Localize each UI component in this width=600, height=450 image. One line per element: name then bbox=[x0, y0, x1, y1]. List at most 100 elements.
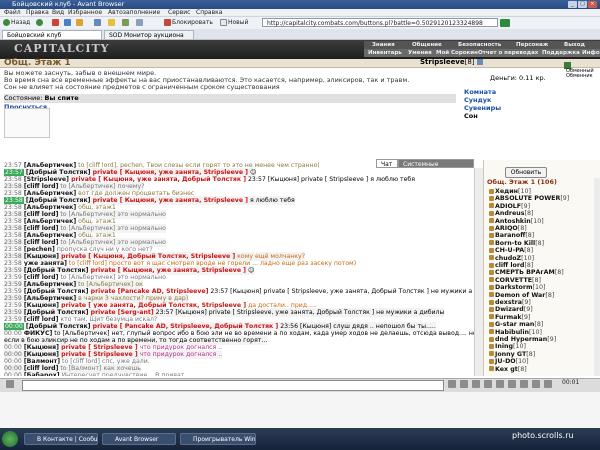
menu-autofill[interactable]: Автозаполнение bbox=[108, 9, 160, 16]
back-button[interactable]: Назад bbox=[3, 19, 30, 27]
online-user-name: ADIOLF bbox=[495, 202, 522, 210]
menu-edit[interactable]: Правка bbox=[26, 9, 49, 16]
clan-icon bbox=[489, 240, 494, 246]
minimize-button[interactable]: _ bbox=[568, 1, 577, 8]
menu-knowledge[interactable]: Знания bbox=[372, 41, 395, 49]
message-author[interactable]: [Бабарох] bbox=[24, 372, 60, 376]
menu-inventory[interactable]: Инвентарь bbox=[368, 49, 402, 57]
online-user-level: [8] bbox=[525, 232, 535, 240]
game-header: CAPITALCITY Знания Общение Безопасность … bbox=[0, 40, 600, 59]
menu-tools[interactable]: Сервис bbox=[168, 9, 190, 16]
mail-button[interactable] bbox=[136, 19, 144, 27]
online-user-level: [9] bbox=[521, 313, 531, 321]
smile-icon[interactable] bbox=[460, 380, 468, 388]
clan-icon bbox=[489, 232, 494, 238]
status-value: Вы спите bbox=[44, 94, 79, 102]
current-user[interactable]: Stripsleeve[8] bbox=[420, 58, 483, 66]
menu-my-sorokin[interactable]: Мой Сорокин bbox=[436, 49, 478, 57]
address-bar[interactable]: http://capitalcity.combats.com/buttons.p… bbox=[262, 18, 498, 27]
clan-icon bbox=[489, 284, 494, 290]
money-display: Деньги: 0.11 кр. bbox=[490, 74, 546, 82]
history-button[interactable] bbox=[122, 19, 130, 27]
clear-icon[interactable] bbox=[472, 380, 480, 388]
counter-badge[interactable] bbox=[4, 108, 50, 138]
online-scrollbar[interactable] bbox=[594, 178, 600, 376]
new-window-icon bbox=[220, 19, 227, 26]
maximize-button[interactable]: □ bbox=[578, 1, 587, 8]
home-button[interactable] bbox=[76, 19, 84, 27]
online-user-level: [9] bbox=[521, 202, 531, 210]
menu-info[interactable]: Инфо bbox=[582, 49, 600, 57]
clan-icon bbox=[489, 269, 494, 275]
stop-button[interactable] bbox=[52, 19, 60, 27]
menu-view[interactable]: Вид bbox=[52, 9, 64, 16]
menu-skills[interactable]: Умения bbox=[408, 49, 432, 57]
start-button[interactable] bbox=[2, 431, 18, 447]
online-user-level: [9] bbox=[521, 299, 531, 306]
message-text: Интересует предчувствие... В приват... bbox=[59, 372, 191, 376]
task-avant-browser[interactable]: Avant Browser bbox=[102, 433, 176, 445]
menu-support[interactable]: Поддержка bbox=[542, 49, 580, 57]
online-user-name: Хедин bbox=[495, 188, 518, 195]
online-user-level: [10] bbox=[512, 343, 526, 351]
online-user[interactable]: Kex gt[8] bbox=[489, 366, 527, 374]
go-button[interactable] bbox=[500, 19, 510, 27]
user-info-icon[interactable] bbox=[476, 59, 483, 65]
location-bar bbox=[0, 59, 600, 68]
task-media-player[interactable]: Проигрыватель Win... bbox=[180, 433, 256, 445]
clan-icon bbox=[489, 210, 494, 216]
tab-combats[interactable]: Бойцовский клуб bbox=[2, 30, 102, 39]
online-user-name: Dwizard bbox=[495, 306, 524, 314]
tab-auction-monitor[interactable]: SOD Монитор аукциона bbox=[104, 30, 194, 39]
online-user-name: CH-U-PA bbox=[495, 247, 525, 255]
online-user-level: [10] bbox=[532, 284, 546, 292]
translit-icon[interactable] bbox=[508, 380, 516, 388]
favorites-button[interactable] bbox=[108, 19, 116, 27]
clan-icon bbox=[489, 366, 494, 372]
task-vkontakte[interactable]: В Контакте | Сообщ... bbox=[24, 433, 98, 445]
search-button[interactable] bbox=[94, 19, 102, 27]
message-timestamp[interactable]: 00:00 bbox=[4, 372, 22, 376]
menu-transfers[interactable]: Отчет о переводах bbox=[478, 49, 538, 57]
forward-button[interactable] bbox=[36, 19, 44, 27]
sound-icon[interactable] bbox=[496, 380, 504, 388]
new-window-button[interactable]: Новый bbox=[220, 19, 248, 27]
link-chest[interactable]: Сундук bbox=[464, 96, 501, 104]
online-user-level: [10] bbox=[515, 358, 529, 366]
menu-communication[interactable]: Общение bbox=[412, 41, 442, 49]
refresh-page-button[interactable] bbox=[64, 19, 72, 27]
clan-icon bbox=[489, 306, 494, 312]
online-user-name: Darkstorm bbox=[495, 284, 533, 292]
exchange-label[interactable]: Обменный Обменник bbox=[566, 69, 594, 79]
online-user-name: ARIQO bbox=[495, 225, 518, 232]
send-icon[interactable] bbox=[448, 380, 456, 388]
online-user-name: ABSOLUTE POWER bbox=[495, 195, 561, 203]
window-title-bar: Бойцовский клуб - Avant Browser _ □ × bbox=[0, 0, 600, 9]
online-user-level: [8] bbox=[532, 276, 541, 284]
chat-scrollbar[interactable] bbox=[474, 168, 483, 376]
link-souvenirs[interactable]: Сувениры bbox=[464, 104, 501, 112]
close-button[interactable]: × bbox=[588, 1, 597, 8]
chat-menu-icon[interactable] bbox=[6, 380, 14, 388]
menu-character[interactable]: Персонаж bbox=[516, 41, 548, 49]
color-icon[interactable] bbox=[532, 380, 540, 388]
browser-status-area bbox=[0, 392, 600, 428]
menu-favorites[interactable]: Избранное bbox=[68, 9, 102, 16]
home-icon bbox=[76, 19, 83, 26]
menu-security[interactable]: Безопасность bbox=[458, 41, 501, 49]
exit-chat-icon[interactable] bbox=[544, 380, 552, 388]
chat-input[interactable] bbox=[22, 380, 444, 391]
block-button[interactable]: Блокировать bbox=[164, 19, 213, 27]
menu-help[interactable]: Справка bbox=[196, 9, 222, 16]
link-sleep[interactable]: Сон bbox=[464, 112, 501, 120]
link-room[interactable]: Комната bbox=[464, 88, 501, 96]
filter-icon[interactable] bbox=[484, 380, 492, 388]
online-list-title: Общ. Этаж 1 (106) bbox=[487, 178, 557, 186]
menu-file[interactable]: Файл bbox=[4, 9, 21, 16]
online-user-level: [8] bbox=[524, 262, 534, 269]
settings-icon[interactable] bbox=[520, 380, 528, 388]
refresh-list-button[interactable]: Обновить bbox=[505, 167, 547, 178]
online-user-name: Habibulin bbox=[495, 328, 529, 336]
online-user-name: dnd Hyperman bbox=[495, 336, 548, 343]
menu-exit[interactable]: Выход bbox=[564, 41, 585, 49]
